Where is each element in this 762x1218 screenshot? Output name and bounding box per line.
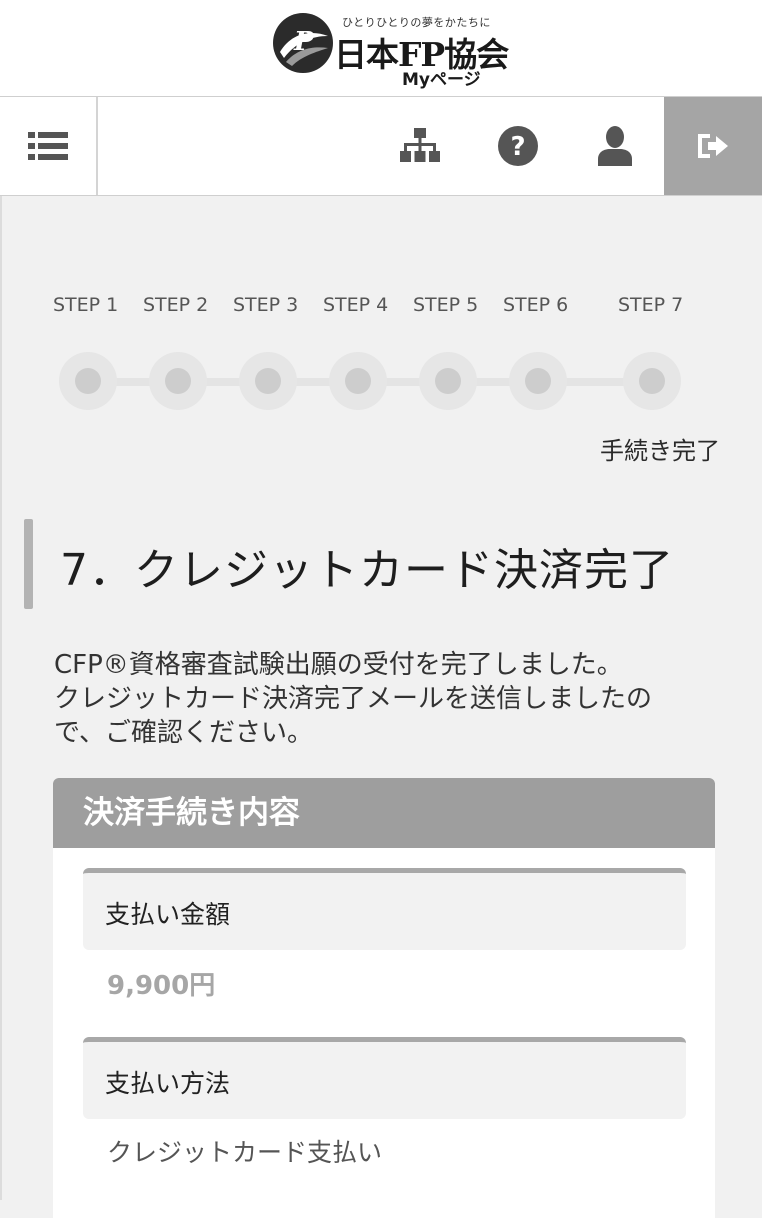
step-label-4: STEP 4 (323, 294, 389, 316)
step-dot-4 (329, 352, 387, 410)
page-title: 7．クレジットカード決済完了 (60, 545, 674, 596)
step-current-caption: 手続き完了 (600, 437, 720, 465)
message-line-3: で、ご確認ください。 (54, 718, 313, 748)
logout-icon (698, 134, 728, 158)
main-content: STEP 1 STEP 2 STEP 3 STEP 4 STEP 5 STEP … (0, 196, 762, 1218)
step-dot-5 (419, 352, 477, 410)
help-button[interactable]: ? (483, 97, 553, 195)
amount-label: 支払い金額 (105, 900, 231, 929)
amount-value: 9,900円 (107, 971, 216, 1001)
list-icon (28, 132, 68, 160)
logo-subtitle: Myページ (402, 70, 481, 90)
step-dot-2 (149, 352, 207, 410)
sitemap-button[interactable] (385, 97, 455, 195)
step-dot-7 (623, 352, 681, 410)
step-label-2: STEP 2 (143, 294, 209, 316)
profile-button[interactable] (580, 97, 650, 195)
page-title-accent (24, 519, 33, 609)
help-icon: ? (498, 126, 538, 166)
method-value: クレジットカード支払い (107, 1138, 383, 1167)
completion-message: CFP®資格審査試験出願の受付を完了しました。 クレジットカード決済完了メールを… (54, 648, 734, 750)
site-logo[interactable]: P ひとりひとりの夢をかたちに 日本FP協会 Myページ (272, 12, 509, 90)
step-label-1: STEP 1 (53, 294, 119, 316)
amount-label-box: 支払い金額 (83, 868, 686, 950)
user-icon (598, 126, 632, 166)
logout-button[interactable] (664, 97, 762, 195)
card-title: 決済手続き内容 (53, 778, 715, 848)
site-header: P ひとりひとりの夢をかたちに 日本FP協会 Myページ (0, 0, 762, 97)
step-dot-3 (239, 352, 297, 410)
sitemap-icon (400, 128, 440, 162)
step-label-6: STEP 6 (503, 294, 569, 316)
menu-button[interactable] (0, 97, 98, 195)
message-line-1: CFP®資格審査試験出願の受付を完了しました。 (54, 650, 623, 680)
step-label-5: STEP 5 (413, 294, 479, 316)
step-dot-6 (509, 352, 567, 410)
payment-details-card: 決済手続き内容 支払い金額 9,900円 支払い方法 クレジットカード支払い (53, 778, 715, 1218)
step-label-7: STEP 7 (618, 294, 684, 316)
step-label-3: STEP 3 (233, 294, 299, 316)
step-dot-1 (59, 352, 117, 410)
nav-bar: ? (0, 97, 762, 196)
logo-mark-icon: P (273, 13, 333, 73)
message-line-2: クレジットカード決済完了メールを送信しましたの (54, 684, 653, 714)
method-label-box: 支払い方法 (83, 1037, 686, 1119)
svg-text:P: P (293, 27, 315, 57)
method-label: 支払い方法 (105, 1069, 231, 1098)
svg-text:?: ? (510, 132, 525, 162)
